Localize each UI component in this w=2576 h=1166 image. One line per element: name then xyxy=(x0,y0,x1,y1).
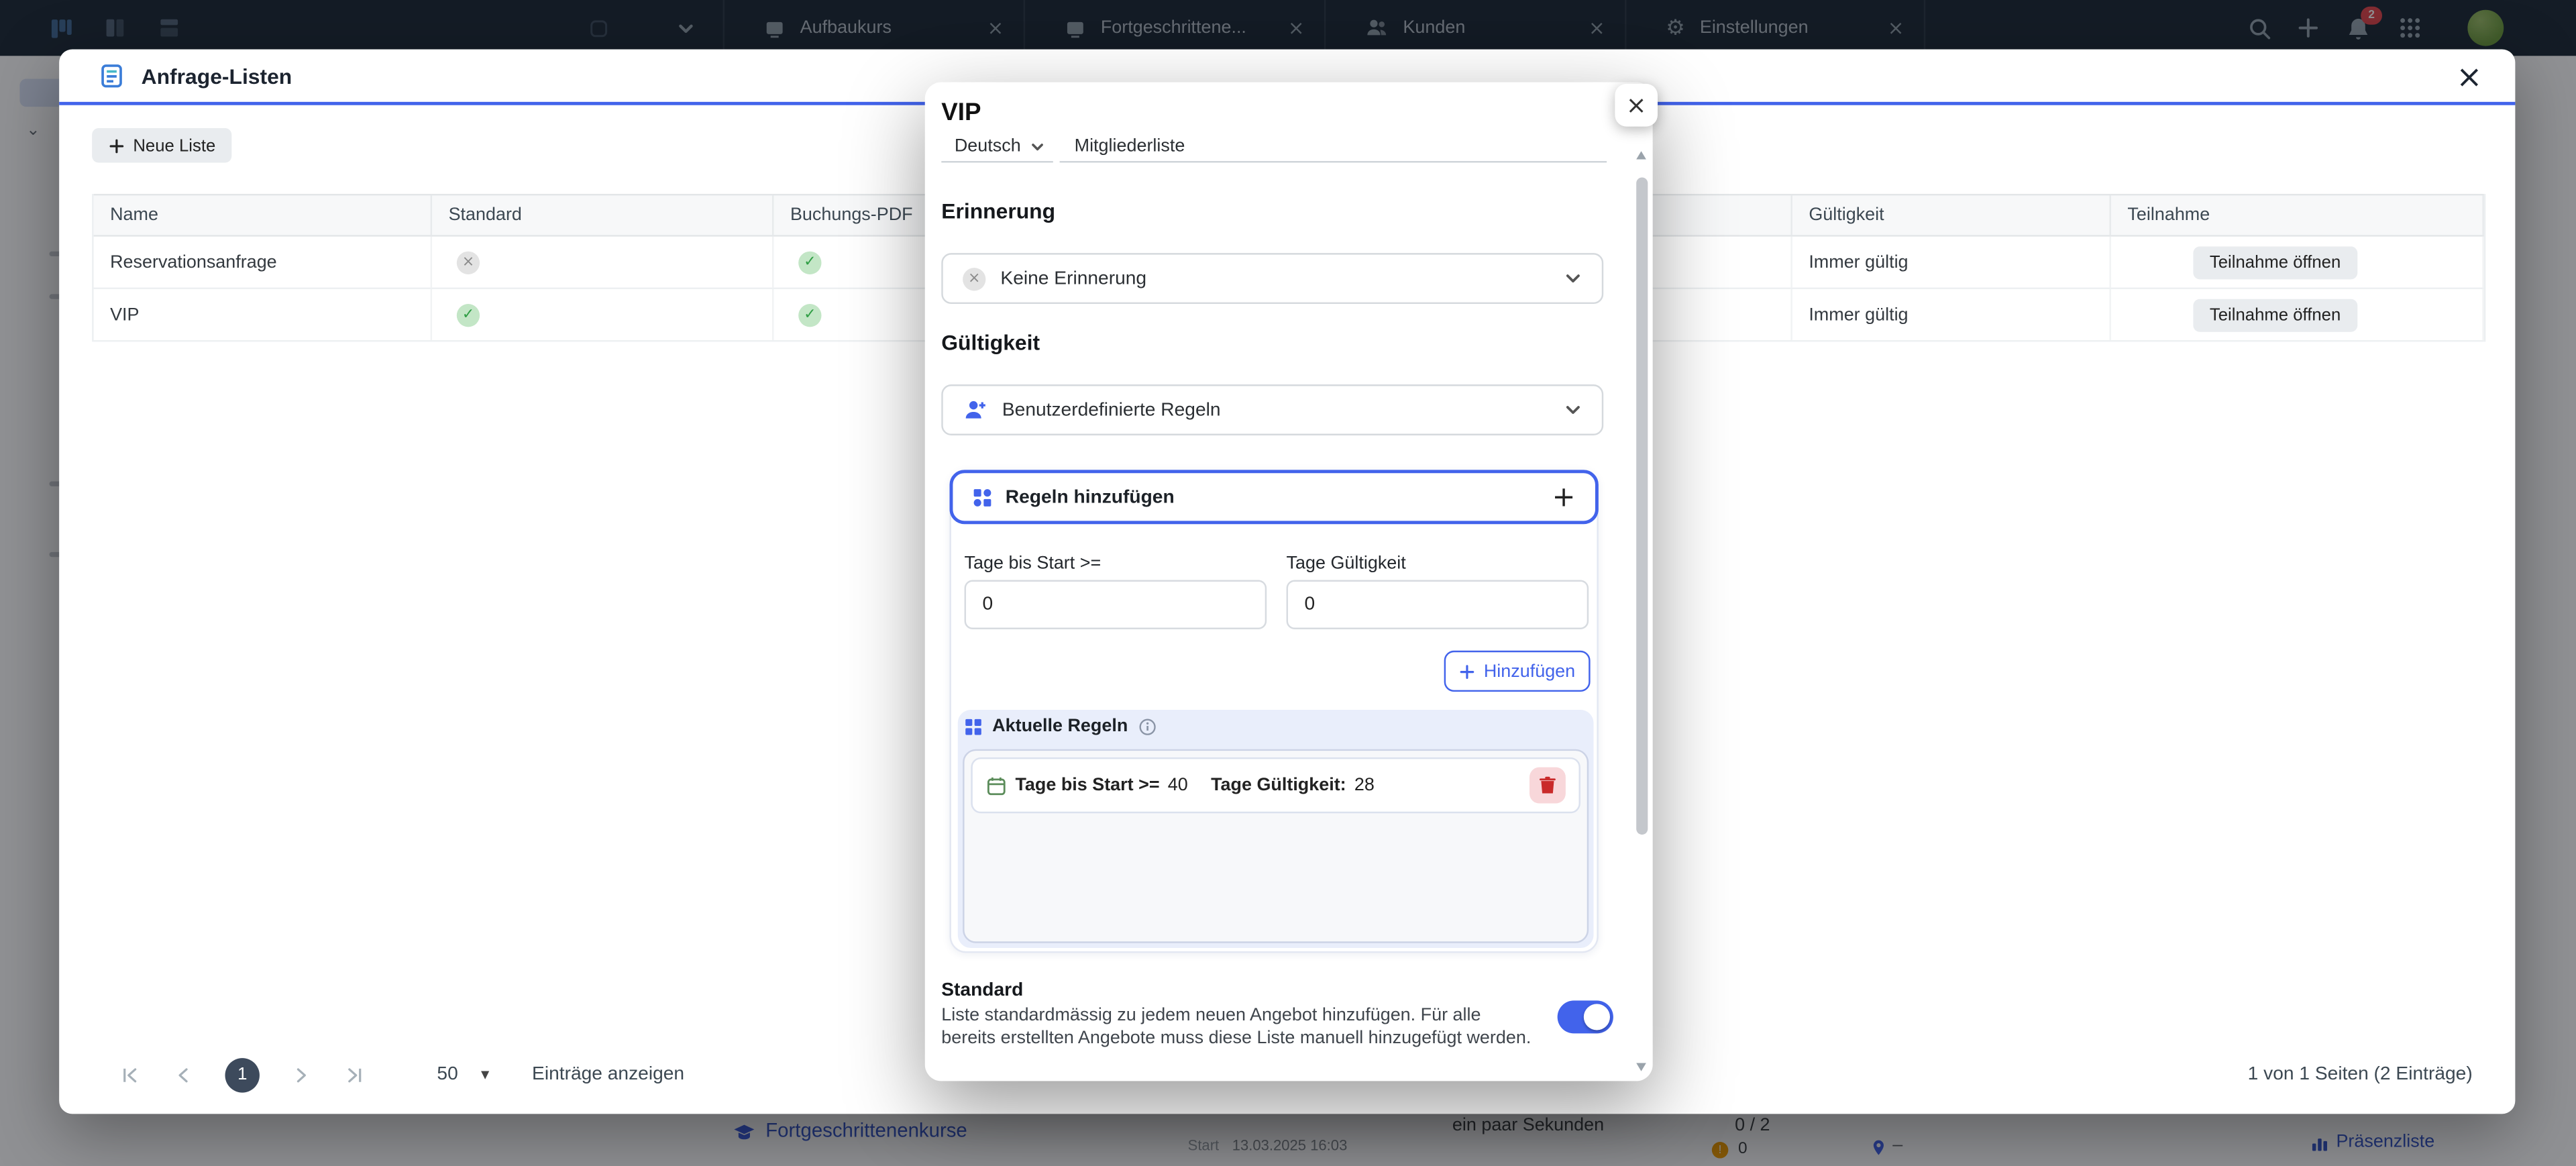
open-participation-button[interactable]: Teilnahme öffnen xyxy=(2193,298,2357,331)
toggle-knob xyxy=(1584,1004,1610,1030)
first-page-icon[interactable] xyxy=(120,1064,142,1085)
column-header-teilnahme: Teilnahme xyxy=(2111,195,2484,235)
new-list-button[interactable]: Neue Liste xyxy=(92,128,232,162)
vip-dialog: VIP × Deutsch Mitgliederliste Erinnerung… xyxy=(925,82,1653,1081)
page-title: Anfrage-Listen xyxy=(142,63,292,88)
none-icon: × xyxy=(963,267,985,290)
chevron-down-icon xyxy=(1564,270,1582,288)
close-icon[interactable]: × xyxy=(2456,59,2482,95)
plus-icon xyxy=(1459,663,1475,679)
rules-icon xyxy=(965,717,983,735)
next-page-icon[interactable] xyxy=(290,1064,312,1085)
validity-days-input[interactable] xyxy=(1287,580,1589,629)
puzzle-icon xyxy=(973,487,992,507)
cell-name: VIP xyxy=(94,289,432,340)
dialog-close-button[interactable]: × xyxy=(1615,84,1658,127)
rule-value-2: 28 xyxy=(1354,776,1375,795)
check-status-icon: ✓ xyxy=(457,303,480,326)
cell-gueltigkeit: Immer gültig xyxy=(1792,289,2111,340)
anfrage-listen-icon xyxy=(99,62,125,89)
page-size-value: 50 xyxy=(437,1065,458,1084)
column-header-gueltigkeit: Gültigkeit xyxy=(1792,195,2111,235)
cell-name: Reservationsanfrage xyxy=(94,237,432,288)
language-select[interactable]: Deutsch xyxy=(941,131,1053,163)
calendar-icon xyxy=(985,775,1007,796)
add-rule-label: Hinzufügen xyxy=(1484,661,1575,681)
add-rules-label: Regeln hinzufügen xyxy=(1006,487,1175,507)
column-header-standard: Standard xyxy=(432,195,773,235)
standard-description: Liste standardmässig zu jedem neuen Ange… xyxy=(941,1004,1536,1050)
scroll-up-icon[interactable] xyxy=(1636,151,1646,159)
trash-icon xyxy=(1538,776,1557,795)
gueltigkeit-select[interactable]: Benutzerdefinierte Regeln xyxy=(941,384,1603,435)
check-status-icon: ✓ xyxy=(798,250,821,273)
rule-item: Tage bis Start >= 40 Tage Gültigkeit: 28 xyxy=(971,757,1580,813)
cross-status-icon: × xyxy=(457,250,480,273)
current-rules-section: Aktuelle Regeln Tage bis Start >= 40 Tag… xyxy=(958,710,1594,948)
rules-list: Tage bis Start >= 40 Tage Gültigkeit: 28 xyxy=(963,749,1589,943)
person-plus-icon xyxy=(963,398,987,423)
expand-plus-icon[interactable]: + xyxy=(1552,480,1576,513)
add-rules-header[interactable]: Regeln hinzufügen + xyxy=(950,470,1599,524)
list-name-input[interactable]: Mitgliederliste xyxy=(1060,131,1607,163)
screen: Aufbaukurs × Fortgeschrittene... × Kunde… xyxy=(0,0,2576,1166)
page-size-label: Einträge anzeigen xyxy=(532,1065,684,1084)
erinnerung-heading: Erinnerung xyxy=(941,199,1055,223)
scroll-down-icon[interactable] xyxy=(1636,1063,1646,1071)
standard-heading: Standard xyxy=(941,981,1023,1000)
chevron-down-icon xyxy=(1030,139,1045,154)
days-until-start-label: Tage bis Start >= xyxy=(965,553,1102,573)
prev-page-icon[interactable] xyxy=(172,1064,194,1085)
rules-panel: Regeln hinzufügen + Tage bis Start >= Ta… xyxy=(950,470,1599,953)
caret-down-icon: ▾ xyxy=(481,1065,489,1083)
rule-label-1: Tage bis Start >= xyxy=(1015,776,1159,795)
last-page-icon[interactable] xyxy=(343,1064,365,1085)
column-header-name: Name xyxy=(94,195,432,235)
info-icon[interactable] xyxy=(1138,717,1156,735)
check-status-icon: ✓ xyxy=(798,303,821,326)
gueltigkeit-heading: Gültigkeit xyxy=(941,330,1040,355)
validity-days-label: Tage Gültigkeit xyxy=(1287,553,1406,573)
dialog-title: VIP xyxy=(941,99,981,127)
page-size-select[interactable]: 50 ▾ xyxy=(437,1065,489,1084)
cell-gueltigkeit: Immer gültig xyxy=(1792,237,2111,288)
add-rule-button[interactable]: Hinzufügen xyxy=(1444,651,1591,692)
scrollbar-thumb[interactable] xyxy=(1636,177,1648,835)
new-list-label: Neue Liste xyxy=(133,136,215,155)
rule-label-2: Tage Gültigkeit: xyxy=(1211,776,1346,795)
standard-toggle[interactable] xyxy=(1558,1000,1613,1033)
dialog-scrollbar[interactable] xyxy=(1636,142,1648,1071)
days-until-start-input[interactable] xyxy=(965,580,1267,629)
current-rules-label: Aktuelle Regeln xyxy=(992,717,1128,736)
gueltigkeit-value: Benutzerdefinierte Regeln xyxy=(1002,400,1221,419)
language-value: Deutsch xyxy=(955,136,1021,156)
plus-icon xyxy=(109,137,125,153)
pagination-summary: 1 von 1 Seiten (2 Einträge) xyxy=(2248,1065,2473,1084)
chevron-down-icon xyxy=(1564,401,1582,419)
delete-rule-button[interactable] xyxy=(1529,767,1566,804)
current-page-button[interactable]: 1 xyxy=(225,1057,260,1092)
rule-value-1: 40 xyxy=(1168,776,1188,795)
open-participation-button[interactable]: Teilnahme öffnen xyxy=(2193,246,2357,278)
current-rules-header: Aktuelle Regeln xyxy=(965,717,1156,736)
erinnerung-select[interactable]: × Keine Erinnerung xyxy=(941,253,1603,304)
erinnerung-value: Keine Erinnerung xyxy=(1000,268,1146,288)
list-name-value: Mitgliederliste xyxy=(1075,136,1185,156)
